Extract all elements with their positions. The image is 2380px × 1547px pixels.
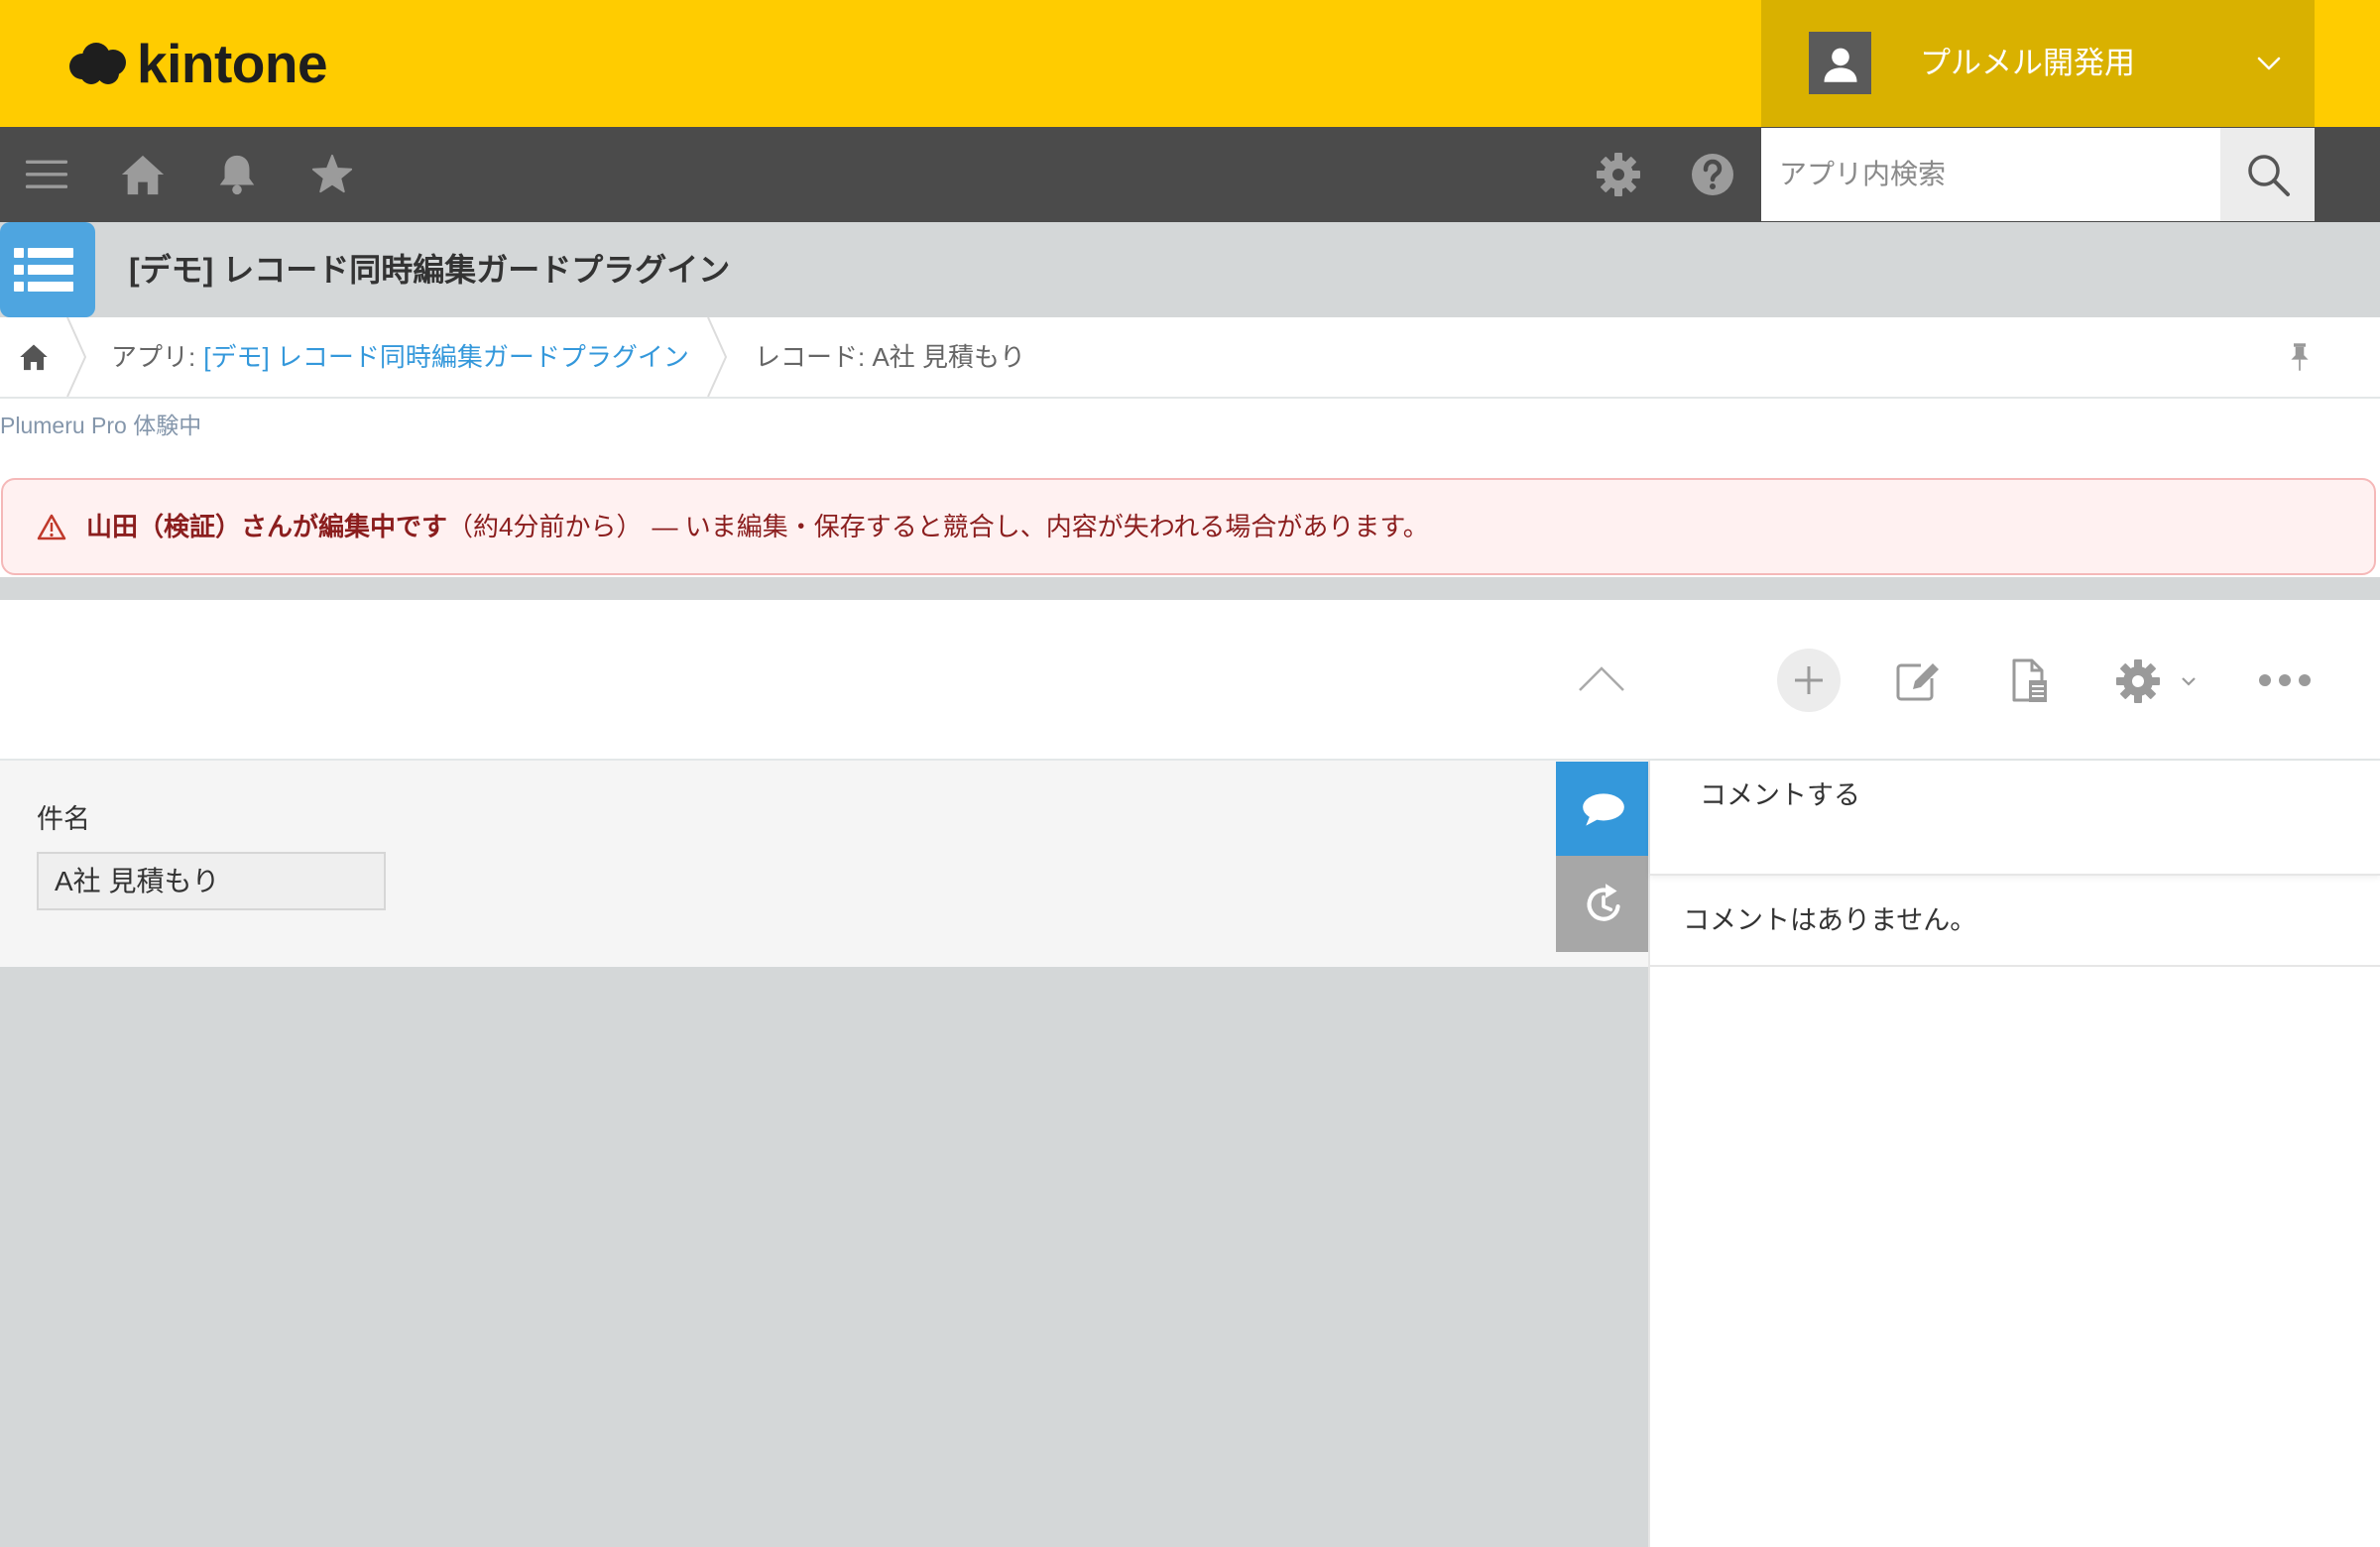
tab-comments[interactable]: [1556, 762, 1650, 856]
comment-panel: コメントする コメントはありません。: [1650, 761, 2380, 1547]
plus-icon: [1792, 663, 1826, 697]
user-menu[interactable]: プルメル開発用: [1761, 0, 2315, 127]
form-background: [0, 967, 1648, 1547]
comment-list: コメントはありません。: [1650, 876, 2380, 967]
breadcrumb-home-icon[interactable]: [18, 341, 50, 373]
breadcrumb: アプリ: [デモ] レコード同時編集ガードプラグイン レコード: A社 見積もり: [0, 317, 2380, 399]
comments-tab-icon: [1579, 788, 1628, 830]
field-value: A社 見積もり: [55, 866, 220, 896]
app-list-icon[interactable]: [0, 222, 95, 317]
concurrent-edit-alert: 山田（検証）さんが編集中です（約4分前から） — いま編集・保存すると競合し、内容…: [1, 478, 2376, 575]
global-header: kintone プルメル開発用: [0, 0, 2380, 127]
menu-icon[interactable]: [23, 151, 70, 198]
breadcrumb-record: レコード: A社 見積もり: [755, 342, 1026, 372]
home-icon[interactable]: [119, 151, 167, 198]
app-title-bar: [デモ] レコード同時編集ガードプラグイン: [0, 222, 2380, 317]
add-record-button[interactable]: [1777, 649, 1841, 712]
bell-icon[interactable]: [213, 151, 261, 198]
comment-empty-text: コメントはありません。: [1683, 905, 1977, 935]
alert-editor: 山田（検証）さんが編集中です: [86, 512, 448, 541]
app-search-input[interactable]: [1761, 128, 2220, 221]
user-name: プルメル開発用: [1920, 46, 2135, 80]
cloud-logo-icon: [67, 40, 129, 87]
search-icon: [2243, 150, 2293, 199]
breadcrumb-app: アプリ: [デモ] レコード同時編集ガードプラグイン: [111, 317, 689, 397]
record-toolbar: [0, 600, 2380, 761]
tab-history[interactable]: [1556, 856, 1650, 952]
settings-gear-icon[interactable]: [2113, 656, 2163, 706]
warning-icon: [37, 513, 66, 540]
pin-icon[interactable]: [2286, 339, 2314, 375]
alert-since: （約4分前から）: [447, 512, 643, 541]
star-icon[interactable]: [308, 151, 356, 198]
alert-text: 山田（検証）さんが編集中です（約4分前から） — いま編集・保存すると競合し、内容…: [86, 480, 1429, 573]
help-icon[interactable]: [1689, 151, 1736, 198]
sidebar-tabs: [1556, 761, 1650, 967]
user-avatar-icon: [1809, 32, 1871, 94]
breadcrumb-separator-icon: [706, 317, 728, 397]
breadcrumb-separator-icon: [65, 317, 87, 397]
logo-text: kintone: [137, 33, 328, 94]
breadcrumb-app-prefix: アプリ:: [111, 342, 196, 372]
record-form: 件名 A社 見積もり: [0, 761, 1556, 967]
field-value-box: A社 見積もり: [37, 852, 386, 910]
app-title: [デモ] レコード同時編集ガードプラグイン: [129, 252, 731, 288]
gear-icon[interactable]: [1595, 151, 1642, 198]
kintone-logo[interactable]: kintone: [67, 33, 328, 94]
copy-record-icon[interactable]: [2005, 656, 2053, 704]
collapse-up-icon[interactable]: [1577, 660, 1626, 700]
field-label: 件名: [37, 804, 90, 834]
section-divider: [0, 577, 2380, 600]
history-tab-icon: [1579, 880, 1628, 929]
breadcrumb-app-link[interactable]: [デモ] レコード同時編集ガードプラグイン: [203, 342, 689, 372]
comment-input[interactable]: コメントする: [1650, 761, 2380, 876]
trial-notice: Plumeru Pro 体験中: [0, 413, 202, 438]
chevron-down-icon: [2255, 50, 2283, 77]
global-nav: [0, 127, 2380, 222]
alert-message: — いま編集・保存すると競合し、内容が失われる場合があります。: [652, 512, 1429, 541]
search-button[interactable]: [2220, 128, 2315, 221]
comment-placeholder: コメントする: [1700, 780, 1860, 810]
more-icon[interactable]: [2257, 670, 2313, 690]
chevron-down-icon[interactable]: [2178, 673, 2200, 689]
edit-icon[interactable]: [1893, 656, 1945, 704]
